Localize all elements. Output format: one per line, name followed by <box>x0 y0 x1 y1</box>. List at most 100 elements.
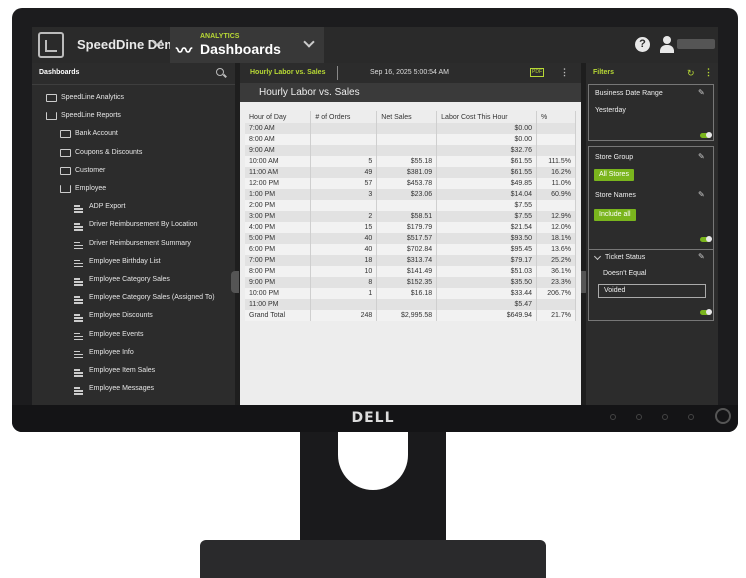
section-switcher[interactable]: 〰 ANALYTICS Dashboards <box>170 27 324 63</box>
table-cell: 5 <box>310 156 378 167</box>
table-total-row: Grand Total 248 $2,995.58 $649.94 21.7% <box>245 310 576 321</box>
refresh-icon[interactable]: ↻ <box>687 68 695 79</box>
table-cell: 10:00 AM <box>245 156 312 167</box>
folder-icon <box>46 94 57 102</box>
column-header[interactable]: Labor Cost This Hour <box>436 111 538 123</box>
folder-icon <box>60 148 71 157</box>
column-header[interactable]: % <box>536 111 576 123</box>
app-logo-icon[interactable] <box>38 32 64 58</box>
app-switcher[interactable]: SpeedDine Demo <box>77 37 184 52</box>
monitor-button[interactable] <box>688 414 694 420</box>
filter-store-group[interactable]: Store Group ✎ All Stores <box>588 146 714 184</box>
filter-value-field[interactable]: Voided <box>598 284 706 298</box>
more-menu-icon[interactable]: ⋮ <box>560 67 569 78</box>
user-icon[interactable] <box>660 36 674 53</box>
collapse-sidebar-handle[interactable] <box>231 271 239 293</box>
filter-business-date[interactable]: Business Date Range ✎ Yesterday <box>588 84 714 141</box>
column-header[interactable]: Hour of Day <box>245 111 312 123</box>
monitor-stand-base <box>200 540 546 578</box>
filter-toggle[interactable] <box>700 236 712 242</box>
folder-open-icon <box>46 112 57 121</box>
screen: SpeedDine Demo 〰 ANALYTICS Dashboards ? … <box>32 27 718 405</box>
table-cell: 49 <box>310 167 378 178</box>
table-cell: 23.3% <box>536 277 576 288</box>
power-button-icon[interactable] <box>715 408 731 424</box>
help-icon[interactable]: ? <box>635 37 650 52</box>
edit-icon[interactable]: ✎ <box>698 252 705 261</box>
sidebar-item[interactable]: SpeedLine Analytics <box>32 90 235 108</box>
edit-icon[interactable]: ✎ <box>698 190 705 199</box>
sidebar-item[interactable]: Employee Birthday List <box>32 254 235 272</box>
chevron-down-icon[interactable] <box>303 36 315 48</box>
sidebar-item[interactable]: Bank Account <box>32 126 235 144</box>
search-icon[interactable] <box>216 68 224 76</box>
column-header[interactable]: # of Orders <box>310 111 378 123</box>
report-panel: Hourly Labor vs. Sales Sep 16, 2025 5:00… <box>240 63 581 405</box>
sidebar-item[interactable]: Driver Reimbursement Summary <box>32 236 235 254</box>
report-icon <box>74 385 85 395</box>
pdf-export-icon[interactable]: PDF <box>530 68 544 77</box>
table-cell: $55.18 <box>376 156 438 167</box>
table-cell: 12.0% <box>536 222 576 233</box>
table-row: 4:00 PM 15 $179.79 $21.54 12.0% <box>245 222 576 233</box>
monitor-button[interactable] <box>662 414 668 420</box>
sidebar-item[interactable]: Customer <box>32 163 235 181</box>
table-row: 10:00 PM 1 $16.18 $33.44 206.7% <box>245 288 576 299</box>
section-title: Dashboards <box>200 41 281 57</box>
table-cell: 15 <box>310 222 378 233</box>
table-cell: $23.06 <box>376 189 438 200</box>
table-cell: $95.45 <box>436 244 538 255</box>
sidebar-item[interactable]: ADP Export <box>32 199 235 217</box>
include-all-button[interactable]: Include all <box>594 209 636 221</box>
sidebar-item[interactable]: Driver Reimbursement By Location <box>32 217 235 235</box>
table-cell <box>376 145 438 156</box>
top-bar: SpeedDine Demo 〰 ANALYTICS Dashboards ? <box>32 27 718 63</box>
edit-icon[interactable]: ✎ <box>698 88 705 97</box>
monitor-button[interactable] <box>636 414 642 420</box>
chevron-down-icon[interactable] <box>593 252 602 261</box>
table-row: 1:00 PM 3 $23.06 $14.04 60.9% <box>245 189 576 200</box>
sidebar-item[interactable]: Employee <box>32 181 235 199</box>
sidebar-item[interactable]: SpeedLine Reports <box>32 108 235 126</box>
report-icon <box>74 312 85 322</box>
more-menu-icon[interactable]: ⋮ <box>704 67 713 78</box>
sidebar-item[interactable]: Employee Messages <box>32 381 235 399</box>
all-stores-button[interactable]: All Stores <box>594 169 634 181</box>
table-cell: 11:00 AM <box>245 167 312 178</box>
sidebar-header: Dashboards <box>32 63 235 85</box>
analytics-icon: 〰 <box>176 43 193 60</box>
column-header[interactable]: Net Sales <box>376 111 438 123</box>
table-cell <box>536 200 576 211</box>
filter-store-names[interactable]: Store Names ✎ Include all <box>588 183 714 251</box>
table-cell: $51.03 <box>436 266 538 277</box>
sidebar-item[interactable]: Employee Item Sales <box>32 363 235 381</box>
sidebar-item[interactable]: Coupons & Discounts <box>32 145 235 163</box>
user-name-redacted[interactable] <box>677 39 715 49</box>
sidebar-item[interactable]: Employee Discounts <box>32 308 235 326</box>
filter-operator[interactable]: Doesn't Equal <box>603 270 646 277</box>
sidebar-item[interactable]: Employee Events <box>32 327 235 345</box>
report-toolbar: Hourly Labor vs. Sales Sep 16, 2025 5:00… <box>240 63 581 83</box>
table-cell: 5:00 PM <box>245 233 312 244</box>
table-cell: 4:00 PM <box>245 222 312 233</box>
edit-icon[interactable]: ✎ <box>698 152 705 161</box>
table-row: 5:00 PM 40 $517.57 $93.50 18.1% <box>245 233 576 244</box>
sidebar-item[interactable]: Employee Category Sales (Assigned To) <box>32 290 235 308</box>
table-cell: 9:00 PM <box>245 277 312 288</box>
sidebar-item-label: Bank Account <box>75 130 118 138</box>
sidebar-item-label: ADP Export <box>89 203 126 211</box>
filter-title: Store Group <box>595 154 634 161</box>
filter-toggle[interactable] <box>700 132 712 138</box>
sidebar-item[interactable]: Employee Category Sales <box>32 272 235 290</box>
table-cell: 10:00 PM <box>245 288 312 299</box>
table-cell <box>310 145 378 156</box>
table-cell: 16.2% <box>536 167 576 178</box>
filter-value[interactable]: Yesterday <box>595 107 626 114</box>
monitor-button[interactable] <box>610 414 616 420</box>
filter-ticket-status[interactable]: Ticket Status ✎ Doesn't Equal Voided <box>588 249 714 321</box>
tab-report[interactable]: Hourly Labor vs. Sales <box>250 69 325 76</box>
table-cell <box>376 200 438 211</box>
filter-toggle[interactable] <box>700 309 712 315</box>
sidebar-item-label: Employee Birthday List <box>89 257 161 265</box>
sidebar-item[interactable]: Employee Info <box>32 345 235 363</box>
